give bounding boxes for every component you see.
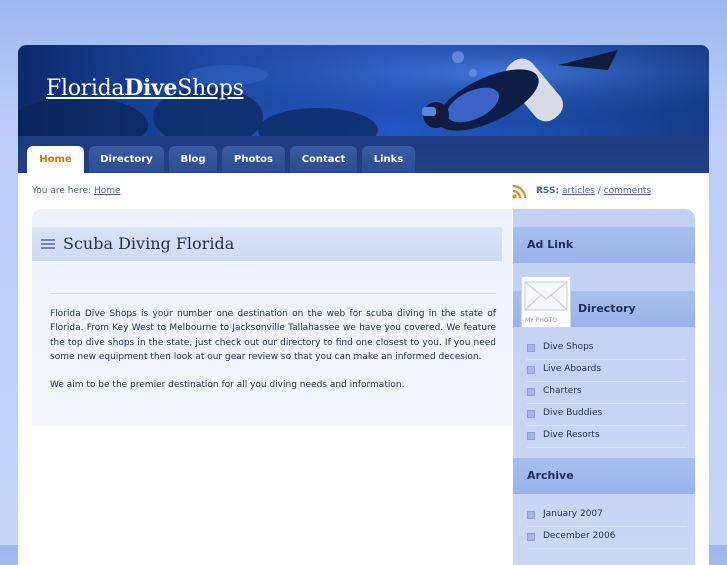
bullet-icon — [527, 388, 535, 396]
list-icon — [41, 239, 55, 251]
bullet-icon — [527, 344, 535, 352]
archive-list: January 2007 December 2006 — [527, 505, 687, 549]
rss-comments-link[interactable]: comments — [604, 186, 651, 196]
archive-heading: Archive — [513, 458, 695, 494]
rss-articles-link[interactable]: articles — [562, 186, 595, 196]
directory-item-label: Charters — [543, 386, 582, 396]
site-title-part2: Dive — [124, 75, 178, 101]
breadcrumb-bar: You are here: Home RSS: articles / comme… — [18, 173, 709, 209]
site-header: FloridaDiveShops — [18, 45, 709, 136]
site-title-part3: Shops — [177, 76, 244, 101]
directory-item-dive-shops[interactable]: Dive Shops — [527, 338, 687, 360]
bullet-icon — [527, 533, 535, 541]
photo-caption: MY PHOTO — [525, 317, 557, 324]
directory-item-label: Dive Resorts — [543, 430, 600, 440]
breadcrumb-prefix: You are here: — [32, 186, 92, 196]
tab-photos[interactable]: Photos — [222, 146, 285, 173]
page-title: Scuba Diving Florida — [63, 234, 235, 253]
bullet-icon — [527, 366, 535, 374]
archive-item-january-2007[interactable]: January 2007 — [527, 505, 687, 527]
directory-heading-text: Directory — [578, 302, 636, 315]
page: FloridaDiveShops Home Directory Blog Pho… — [18, 45, 709, 565]
main-content: Scuba Diving Florida Florida Dive Shops … — [32, 209, 512, 426]
article-paragraph-1: Florida Dive Shops is your number one de… — [50, 309, 496, 362]
directory-item-dive-buddies[interactable]: Dive Buddies — [527, 404, 687, 426]
main-nav: Home Directory Blog Photos Contact Links — [18, 136, 709, 173]
ad-link-heading-text: Ad Link — [527, 238, 574, 251]
tab-links[interactable]: Links — [362, 146, 415, 173]
rss-links: RSS: articles / comments — [536, 186, 651, 196]
photo-envelope-icon — [524, 281, 568, 311]
tab-home[interactable]: Home — [27, 146, 84, 173]
sidebar: Ad Link Directory MY PHOTO Dive Shops Li… — [513, 209, 695, 565]
bullet-icon — [527, 432, 535, 440]
my-photo-placeholder: MY PHOTO — [521, 276, 571, 328]
rss-separator: / — [597, 186, 601, 196]
archive-item-label: January 2007 — [543, 509, 603, 519]
site-title[interactable]: FloridaDiveShops — [46, 75, 244, 101]
directory-item-dive-resorts[interactable]: Dive Resorts — [527, 426, 687, 448]
tab-contact[interactable]: Contact — [290, 146, 357, 173]
tab-blog[interactable]: Blog — [169, 146, 217, 173]
directory-item-label: Dive Shops — [543, 342, 594, 352]
directory-item-label: Dive Buddies — [543, 408, 603, 418]
article-paragraph-2: We aim to be the premier destination for… — [50, 380, 405, 391]
archive-item-december-2006[interactable]: December 2006 — [527, 527, 687, 549]
directory-item-charters[interactable]: Charters — [527, 382, 687, 404]
rss-label: RSS: — [536, 186, 560, 196]
archive-item-label: December 2006 — [543, 531, 616, 541]
bullet-icon — [527, 511, 535, 519]
directory-item-live-aboards[interactable]: Live Aboards — [527, 360, 687, 382]
rss-icon[interactable] — [512, 184, 527, 199]
breadcrumb-home-link[interactable]: Home — [94, 186, 121, 196]
title-band: Scuba Diving Florida — [32, 227, 502, 261]
article-body: Florida Dive Shops is your number one de… — [50, 307, 496, 406]
breadcrumb: You are here: Home — [32, 186, 121, 196]
bullet-icon — [527, 410, 535, 418]
content-divider — [50, 293, 496, 294]
tab-directory[interactable]: Directory — [89, 146, 164, 173]
site-title-part1: Florida — [46, 76, 125, 101]
ad-link-heading: Ad Link — [513, 227, 695, 263]
directory-list: Dive Shops Live Aboards Charters Dive Bu… — [527, 338, 687, 448]
archive-heading-text: Archive — [527, 469, 574, 482]
directory-item-label: Live Aboards — [543, 364, 602, 374]
